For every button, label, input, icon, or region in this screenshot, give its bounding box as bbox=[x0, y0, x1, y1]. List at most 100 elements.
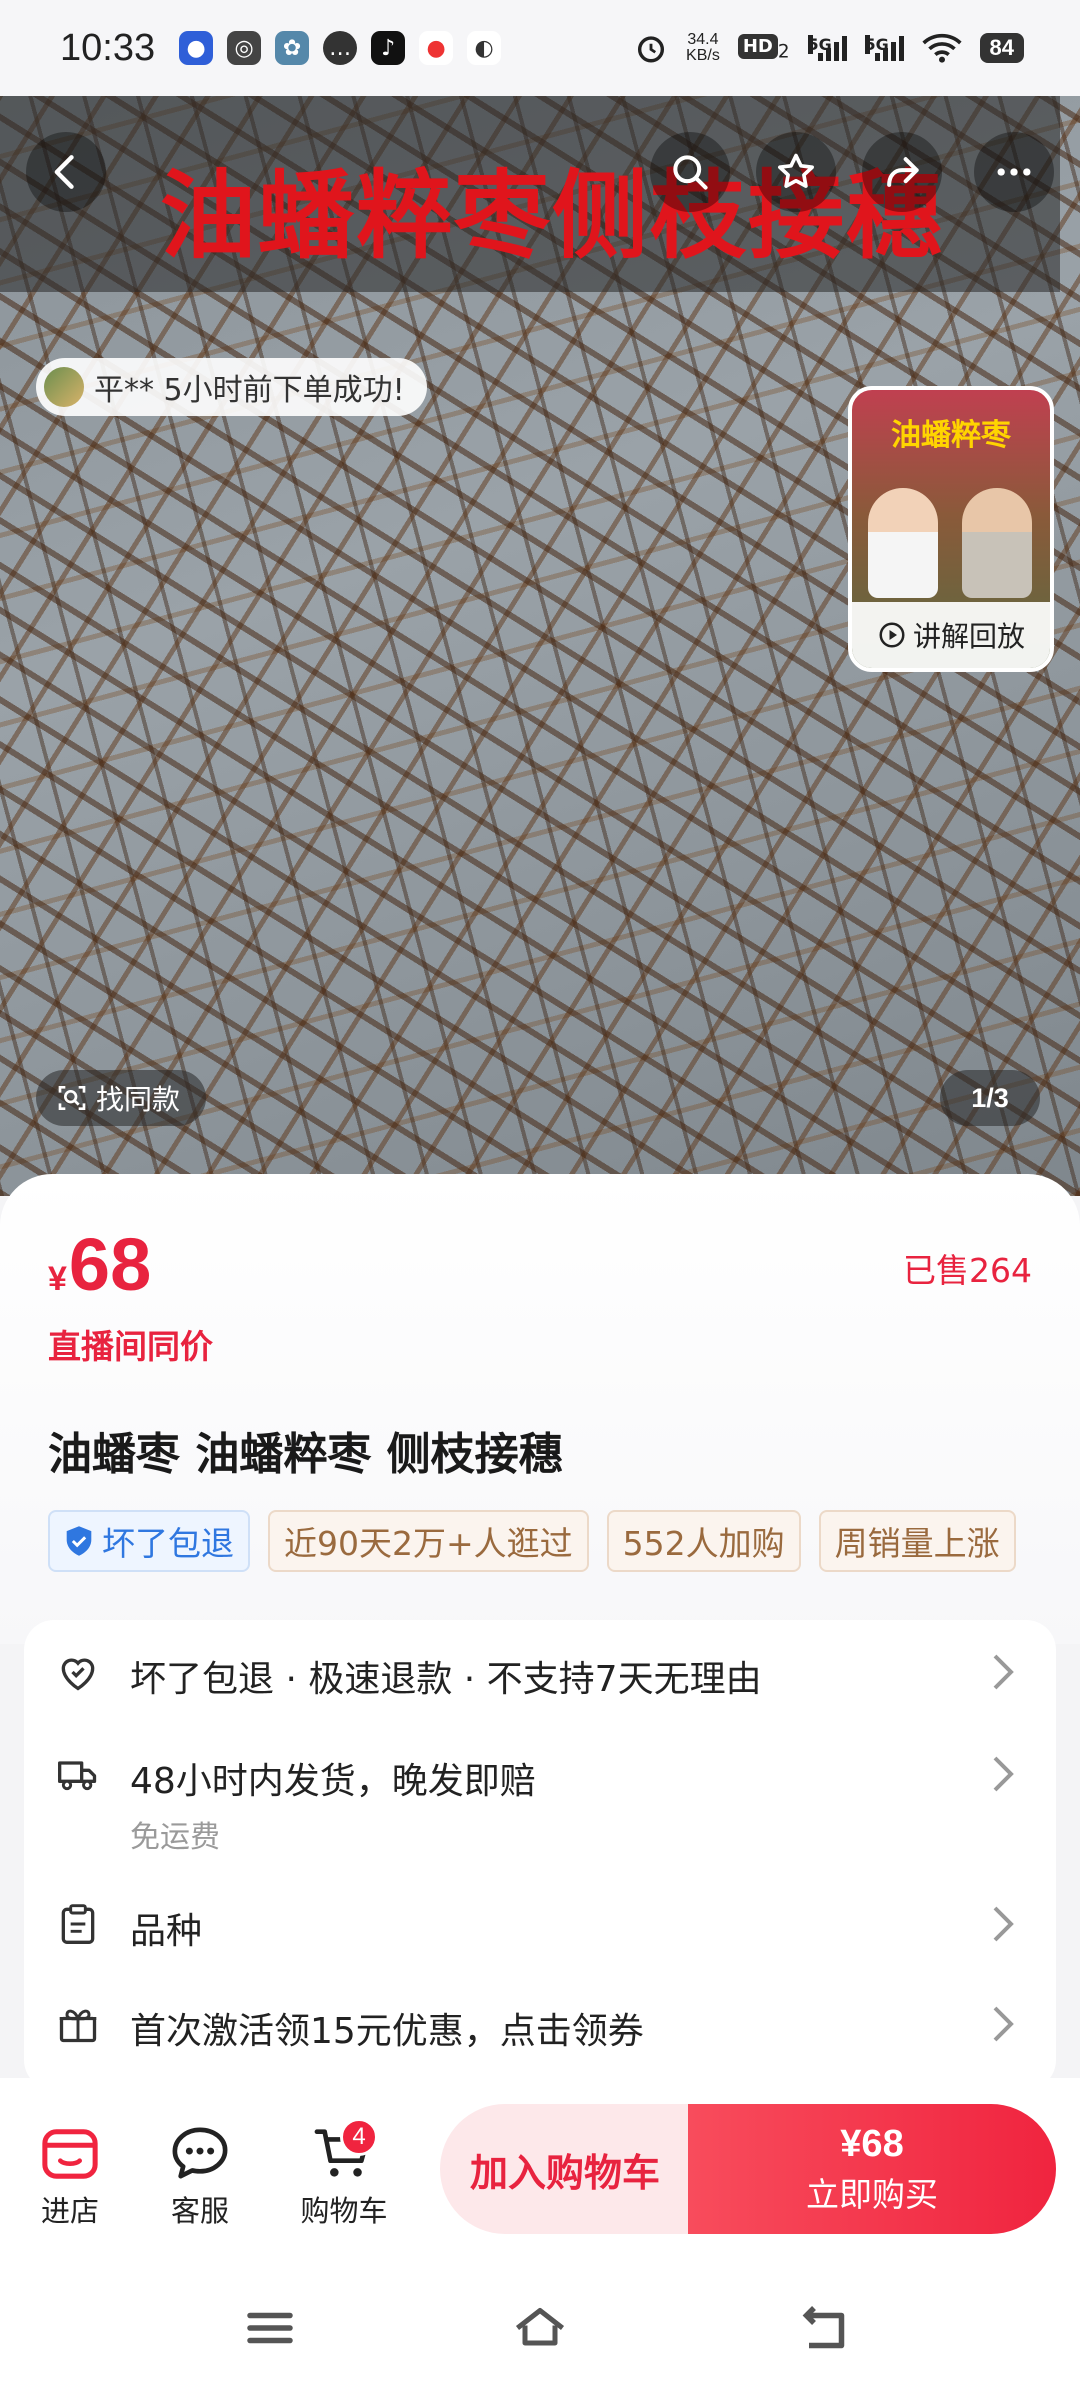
live-price-label: 直播间同价 bbox=[48, 1327, 213, 1366]
cart-button[interactable]: 购物车 4 bbox=[284, 2118, 404, 2230]
chevron-right-icon bbox=[993, 1756, 1014, 1792]
share-button[interactable] bbox=[862, 132, 942, 212]
shop-label: 进店 bbox=[40, 2194, 99, 2228]
find-similar-button[interactable]: 找同款 bbox=[36, 1070, 207, 1126]
cart-count-badge: 4 bbox=[340, 2118, 378, 2156]
message-icon: … bbox=[323, 31, 358, 65]
shield-check-icon bbox=[66, 1526, 92, 1556]
product-image[interactable]: 油蟠粹枣侧枝接穗 平** 5小时前下单成功! 油蟠粹枣 讲解回放 找同款 1/3 bbox=[0, 96, 1080, 1196]
hd-indicator: HD 2 bbox=[737, 33, 790, 63]
replay-card-title: 油蟠粹枣 bbox=[891, 418, 1011, 453]
network-speed-unit: KB/s bbox=[686, 47, 720, 64]
clipboard-icon bbox=[61, 1904, 95, 1944]
notification-icons: ● ◎ ✿ … ♪ ● ◐ bbox=[179, 31, 502, 65]
sold-count: 已售264 bbox=[903, 1251, 1032, 1290]
signal-2-label: 5G bbox=[864, 35, 889, 54]
order-toast: 平** 5小时前下单成功! bbox=[36, 358, 427, 416]
tag-guarantee-label: 坏了包退 bbox=[102, 1524, 234, 1563]
order-toast-text: 平** 5小时前下单成功! bbox=[94, 373, 405, 408]
tag-add-cart-count[interactable]: 552人加购 bbox=[606, 1510, 801, 1572]
tag-row[interactable]: 坏了包退 近90天2万+人逛过 552人加购 周销量上涨 bbox=[48, 1510, 1032, 1574]
location-icon: ● bbox=[419, 31, 454, 65]
menu-icon[interactable] bbox=[240, 2298, 300, 2358]
buy-now-label: 立即购买 bbox=[806, 2174, 938, 2214]
leaf-app-icon: ◐ bbox=[467, 31, 502, 65]
status-right: 34.4 KB/s HD 2 5G 5G 84 bbox=[634, 31, 1024, 65]
status-time: 10:33 bbox=[60, 26, 156, 69]
service-coupon-row[interactable]: 首次激活领15元优惠，点击领券 bbox=[24, 1972, 1056, 2072]
truck-icon bbox=[58, 1761, 97, 1791]
more-button[interactable] bbox=[974, 132, 1054, 212]
service-variety-row[interactable]: 品种 bbox=[24, 1872, 1056, 1972]
heart-shield-icon bbox=[61, 1658, 95, 1691]
back-icon bbox=[54, 155, 74, 189]
service-guarantee-row[interactable]: 坏了包退 · 极速退款 · 不支持7天无理由 bbox=[24, 1620, 1056, 1720]
chevron-right-icon bbox=[993, 2006, 1014, 2042]
price-value: 68 bbox=[68, 1223, 152, 1306]
find-similar-label: 找同款 bbox=[96, 1083, 181, 1116]
hd-sub: 2 bbox=[777, 41, 790, 63]
cart-label: 购物车 bbox=[300, 2194, 388, 2228]
host-figure-2 bbox=[962, 488, 1032, 598]
product-title: 油蟠枣 油蟠粹枣 侧枝接穗 bbox=[48, 1429, 563, 1480]
service-shipping-row[interactable]: 48小时内发货，晚发即赔 免运费 bbox=[24, 1720, 1056, 1872]
add-to-cart-label: 加入购物车 bbox=[469, 2150, 660, 2195]
customer-service-button[interactable]: 客服 bbox=[140, 2124, 260, 2230]
share-icon bbox=[887, 157, 919, 187]
alarm-icon bbox=[637, 36, 665, 63]
service-shipping-subtext: 免运费 bbox=[130, 1820, 220, 1855]
star-icon bbox=[778, 153, 814, 188]
service-coupon-text: 首次激活领15元优惠，点击领券 bbox=[130, 2011, 644, 2052]
chevron-right-icon bbox=[993, 1654, 1014, 1690]
more-icon bbox=[997, 168, 1031, 176]
shop-icon bbox=[42, 2129, 98, 2179]
battery-indicator: 84 bbox=[979, 33, 1024, 63]
add-to-cart-button[interactable]: 加入购物车 bbox=[440, 2104, 690, 2234]
back-nav-icon[interactable] bbox=[794, 2298, 854, 2358]
network-speed-value: 34.4 bbox=[687, 31, 719, 48]
play-circle-icon bbox=[879, 622, 905, 648]
scan-search-icon bbox=[58, 1086, 86, 1110]
favorite-button[interactable] bbox=[756, 132, 836, 212]
bottom-action-bar: 进店 客服 购物车 4 加入购物车 ¥68 立即购买 bbox=[0, 2078, 1080, 2258]
chevron-right-icon bbox=[993, 1906, 1014, 1942]
buyer-avatar bbox=[44, 367, 84, 407]
buy-now-price: ¥68 bbox=[840, 2122, 904, 2165]
replay-label: 讲解回放 bbox=[912, 620, 1025, 653]
home-icon[interactable] bbox=[510, 2298, 570, 2358]
app-notification-icon-2: ✿ bbox=[275, 31, 310, 65]
image-pager: 1/3 bbox=[940, 1070, 1040, 1126]
signal-2-icon: 5G bbox=[864, 35, 904, 61]
tag-visits[interactable]: 近90天2万+人逛过 bbox=[268, 1510, 589, 1572]
douyin-icon: ♪ bbox=[371, 31, 406, 65]
tag-weekly-sales[interactable]: 周销量上涨 bbox=[818, 1510, 1016, 1572]
wifi-icon bbox=[921, 33, 962, 63]
back-button[interactable] bbox=[26, 132, 106, 212]
hd-label: HD bbox=[737, 34, 778, 60]
customer-service-label: 客服 bbox=[170, 2194, 229, 2228]
app-notification-icon: ◎ bbox=[227, 31, 262, 65]
product-info: ¥ 68 已售264 直播间同价 油蟠枣 油蟠粹枣 侧枝接穗 坏了包退 近90天… bbox=[0, 1174, 1080, 1644]
replay-footer[interactable]: 讲解回放 bbox=[852, 602, 1050, 668]
signal-1-label: 5G bbox=[807, 35, 832, 54]
service-shipping-text: 48小时内发货，晚发即赔 bbox=[130, 1761, 536, 1802]
search-icon bbox=[673, 155, 708, 190]
tag-guarantee[interactable]: 坏了包退 bbox=[48, 1510, 250, 1572]
buy-now-button[interactable]: ¥68 立即购买 bbox=[688, 2104, 1056, 2234]
chat-icon bbox=[172, 2127, 228, 2179]
host-figure-1 bbox=[868, 488, 938, 598]
live-replay-card[interactable]: 油蟠粹枣 讲解回放 bbox=[848, 386, 1054, 672]
network-speed: 34.4 KB/s bbox=[686, 32, 720, 64]
system-nav-bar bbox=[0, 2258, 1080, 2400]
search-button[interactable] bbox=[650, 132, 730, 212]
service-guarantee-text: 坏了包退 · 极速退款 · 不支持7天无理由 bbox=[130, 1659, 762, 1700]
gift-icon bbox=[59, 2009, 97, 2043]
price: ¥ 68 bbox=[48, 1222, 151, 1307]
status-bar: 10:33 ● ◎ ✿ … ♪ ● ◐ 34.4 KB/s HD 2 5G 5G … bbox=[0, 0, 1080, 96]
price-currency: ¥ bbox=[48, 1260, 67, 1298]
baidu-app-icon: ● bbox=[179, 31, 214, 65]
signal-1-icon: 5G bbox=[807, 35, 847, 61]
service-variety-text: 品种 bbox=[130, 1911, 203, 1952]
services-card: 坏了包退 · 极速退款 · 不支持7天无理由 48小时内发货，晚发即赔 免运费 … bbox=[24, 1620, 1056, 2090]
shop-button[interactable]: 进店 bbox=[10, 2124, 130, 2230]
